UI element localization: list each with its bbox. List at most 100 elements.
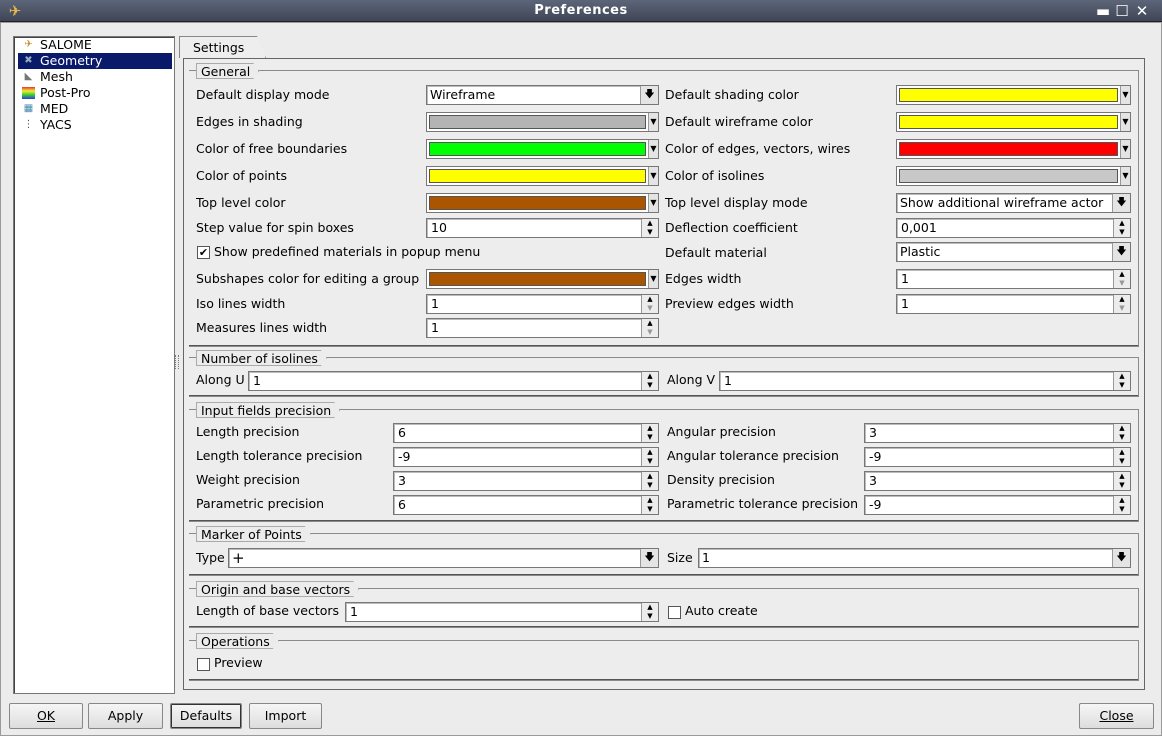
arrow-down-icon: ▼ — [648, 167, 658, 185]
angular-precision-spinbox[interactable]: 3 ▲ ▼ — [864, 423, 1131, 443]
tab-settings[interactable]: Settings — [179, 36, 266, 58]
along-v-spinbox[interactable]: 1 ▲ ▼ — [719, 371, 1131, 391]
marker-type-combo[interactable]: + 🡇 — [228, 548, 659, 568]
edges-width-spinbox[interactable]: 1 ▲ ▼ — [896, 269, 1131, 289]
default-material-combo[interactable]: Plastic 🡇 — [896, 242, 1131, 262]
spin-arrows-icon[interactable]: ▲ ▼ — [641, 424, 658, 442]
parametric-tolerance-precision-spinbox[interactable]: -9 ▲ ▼ — [864, 495, 1131, 515]
spin-arrows-icon[interactable]: ▲ ▼ — [1113, 295, 1130, 313]
postpro-icon — [22, 87, 35, 99]
tree-item-geometry[interactable]: ✖ Geometry — [18, 53, 172, 69]
spin-arrows-icon[interactable]: ▲ ▼ — [1113, 472, 1130, 490]
default-display-mode-label: Default display mode — [196, 87, 330, 102]
spin-arrows-icon[interactable]: ▲ ▼ — [1113, 219, 1130, 237]
tree-item-yacs[interactable]: ⋮ YACS — [18, 117, 172, 133]
step-value-label: Step value for spin boxes — [196, 220, 354, 235]
defaults-button[interactable]: Defaults — [170, 703, 242, 729]
close-button[interactable]: Close — [1079, 703, 1154, 729]
module-tree[interactable]: ✈ SALOME ✖ Geometry ◣ Mesh Post-Pro ▦ MED ⋮ Y… — [13, 36, 175, 694]
tree-item-salome[interactable]: ✈ SALOME — [18, 37, 172, 53]
default-material-label: Default material — [665, 245, 767, 260]
spin-arrows-icon[interactable]: ▲ ▼ — [641, 372, 658, 390]
top-level-color-label: Top level color — [196, 195, 286, 210]
free-boundaries-color-button[interactable]: ▼ — [426, 139, 659, 159]
med-icon: ▦ — [23, 103, 34, 114]
step-value-spinbox[interactable]: 10 ▲ ▼ — [426, 218, 659, 238]
color-swatch — [429, 196, 646, 210]
parametric-precision-spinbox[interactable]: 6 ▲ ▼ — [393, 495, 659, 515]
auto-create-checkbox[interactable] — [668, 606, 681, 619]
length-precision-spinbox[interactable]: 6 ▲ ▼ — [393, 423, 659, 443]
arrow-down-icon: 🡇 — [1112, 549, 1130, 567]
ok-button[interactable]: OK — [9, 703, 83, 729]
top-level-color-button[interactable]: ▼ — [426, 193, 659, 213]
apply-button[interactable]: Apply — [88, 703, 163, 729]
top-level-display-mode-combo[interactable]: Show additional wireframe actor 🡇 — [896, 193, 1131, 213]
along-v-label: Along V — [667, 372, 716, 387]
deflection-coefficient-label: Deflection coefficient — [665, 220, 798, 235]
spin-arrows-icon[interactable]: ▲ ▼ — [641, 295, 658, 313]
marker-type-label: Type — [196, 550, 225, 565]
spin-arrows-icon[interactable]: ▲ ▼ — [641, 219, 658, 237]
spin-arrows-icon[interactable]: ▲ ▼ — [641, 603, 658, 621]
base-vectors-length-spinbox[interactable]: 1 ▲ ▼ — [345, 602, 659, 622]
spin-arrows-icon[interactable]: ▲ ▼ — [641, 319, 658, 337]
subshapes-color-button[interactable]: ▼ — [426, 269, 659, 289]
default-display-mode-combo[interactable]: Wireframe 🡇 — [426, 85, 659, 105]
along-u-spinbox[interactable]: 1 ▲ ▼ — [248, 371, 659, 391]
angular-tolerance-precision-spinbox[interactable]: -9 ▲ ▼ — [864, 447, 1131, 467]
arrow-down-icon: 🡇 — [640, 86, 658, 104]
auto-create-label: Auto create — [685, 603, 758, 618]
color-of-isolines-button[interactable]: ▼ — [896, 166, 1131, 186]
spin-arrows-icon[interactable]: ▲ ▼ — [1113, 372, 1130, 390]
edges-vectors-wires-color-button[interactable]: ▼ — [896, 139, 1131, 159]
length-precision-label: Length precision — [196, 424, 300, 439]
maximize-button[interactable]: ☐ — [1113, 2, 1131, 20]
minimize-button[interactable]: ▬ — [1094, 2, 1112, 20]
iso-lines-width-label: Iso lines width — [196, 296, 286, 311]
import-button[interactable]: Import — [249, 703, 322, 729]
measures-lines-width-spinbox[interactable]: 1 ▲ ▼ — [426, 318, 659, 338]
default-wireframe-color-button[interactable]: ▼ — [896, 112, 1131, 132]
salome-icon: ✈ — [24, 39, 33, 50]
density-precision-spinbox[interactable]: 3 ▲ ▼ — [864, 471, 1131, 491]
preview-checkbox[interactable] — [197, 658, 210, 671]
arrow-down-icon: 🡇 — [1112, 194, 1130, 212]
preview-edges-width-label: Preview edges width — [665, 296, 794, 311]
tree-item-postpro[interactable]: Post-Pro — [18, 85, 172, 101]
arrow-down-icon: 🡇 — [640, 549, 658, 567]
spin-arrows-icon[interactable]: ▲ ▼ — [1113, 448, 1130, 466]
tree-item-mesh[interactable]: ◣ Mesh — [18, 69, 172, 85]
edges-in-shading-label: Edges in shading — [196, 114, 303, 129]
edges-in-shading-color-button[interactable]: ▼ — [426, 112, 659, 132]
origin-group-title: Origin and base vectors — [196, 581, 359, 597]
spin-arrows-icon[interactable]: ▲ ▼ — [1113, 496, 1130, 514]
spin-arrows-icon[interactable]: ▲ ▼ — [641, 448, 658, 466]
top-level-display-mode-label: Top level display mode — [665, 195, 808, 210]
default-shading-color-button[interactable]: ▼ — [896, 85, 1131, 105]
arrow-down-icon: ▼ — [648, 270, 658, 288]
marker-size-combo[interactable]: 1 🡇 — [698, 548, 1131, 568]
color-of-points-label: Color of points — [196, 168, 288, 183]
color-swatch — [429, 115, 646, 129]
subshapes-color-label: Subshapes color for editing a group — [196, 271, 420, 286]
spin-arrows-icon[interactable]: ▲ ▼ — [1113, 270, 1130, 288]
show-materials-checkbox[interactable]: ✔ — [197, 246, 210, 259]
weight-precision-spinbox[interactable]: 3 ▲ ▼ — [393, 471, 659, 491]
preview-label: Preview — [214, 655, 263, 670]
window-title: Preferences — [534, 3, 628, 18]
deflection-coefficient-spinbox[interactable]: 0,001 ▲ ▼ — [896, 218, 1131, 238]
spin-arrows-icon[interactable]: ▲ ▼ — [1113, 424, 1130, 442]
preview-edges-width-spinbox[interactable]: 1 ▲ ▼ — [896, 294, 1131, 314]
marker-size-label: Size — [667, 550, 693, 565]
splitter-handle[interactable] — [175, 355, 179, 369]
length-tolerance-precision-spinbox[interactable]: -9 ▲ ▼ — [393, 447, 659, 467]
angular-precision-label: Angular precision — [667, 424, 776, 439]
color-swatch — [899, 142, 1118, 156]
spin-arrows-icon[interactable]: ▲ ▼ — [641, 496, 658, 514]
spin-arrows-icon[interactable]: ▲ ▼ — [641, 472, 658, 490]
color-of-points-button[interactable]: ▼ — [426, 166, 659, 186]
iso-lines-width-spinbox[interactable]: 1 ▲ ▼ — [426, 294, 659, 314]
tree-item-med[interactable]: ▦ MED — [18, 101, 172, 117]
close-window-button[interactable]: ✕ — [1133, 2, 1151, 20]
